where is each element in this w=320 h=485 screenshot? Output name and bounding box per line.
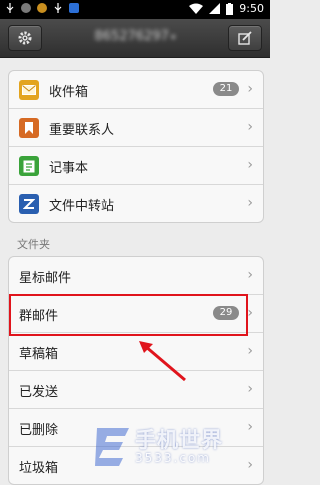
menu-item-notepad[interactable]: 记事本 › xyxy=(9,147,263,185)
menu-item-file-transfer[interactable]: 文件中转站 › xyxy=(9,185,263,222)
chevron-right-icon: › xyxy=(247,267,253,283)
usb-icon xyxy=(54,3,62,13)
folder-label: 草稿箱 xyxy=(19,347,59,362)
chevron-down-icon: ▾ xyxy=(170,33,176,43)
wifi-icon xyxy=(189,3,204,14)
menu-item-label: 记事本 xyxy=(49,161,89,176)
account-name: 865276297 xyxy=(94,29,169,44)
status-time: 9:50 xyxy=(239,2,264,15)
chevron-right-icon: › xyxy=(247,343,253,359)
folder-label: 已删除 xyxy=(19,423,59,438)
menu-item-label: 文件中转站 xyxy=(49,199,115,214)
signal-icon xyxy=(209,3,221,14)
red-arrow-icon xyxy=(139,341,186,382)
status-right: 9:50 xyxy=(189,2,264,15)
folder-group-mail[interactable]: 群邮件 29 › xyxy=(9,295,263,333)
battery-icon xyxy=(226,2,234,15)
status-left xyxy=(5,3,79,13)
watermark-text: 手机世界 xyxy=(135,428,223,452)
chevron-right-icon: › xyxy=(247,195,253,211)
menu-item-inbox[interactable]: 收件箱 21 › xyxy=(9,71,263,109)
status-bar: 9:50 xyxy=(0,0,270,19)
compose-icon xyxy=(238,31,252,45)
title-bar: 865276297 ▾ xyxy=(0,19,270,58)
folder-label: 已发送 xyxy=(19,385,59,400)
main-menu-group: 收件箱 21 › 重要联系人 › 记事本 › 文件中转站 › xyxy=(8,70,264,223)
app-icon xyxy=(69,3,79,13)
folder-label: 垃圾箱 xyxy=(19,461,59,476)
app-icon xyxy=(37,3,47,13)
section-title-folders: 文件夹 xyxy=(17,238,50,251)
chevron-right-icon: › xyxy=(247,305,253,321)
folder-label: 群邮件 xyxy=(19,309,59,324)
transfer-icon xyxy=(19,194,39,214)
app-icon xyxy=(21,3,31,13)
unread-badge: 21 xyxy=(213,82,239,96)
bookmark-icon xyxy=(19,118,39,138)
chevron-right-icon: › xyxy=(247,119,253,135)
chevron-right-icon: › xyxy=(247,81,253,97)
watermark-subtext: 3533.com xyxy=(135,451,211,465)
menu-item-label: 收件箱 xyxy=(49,85,89,100)
folder-starred[interactable]: 星标邮件 › xyxy=(9,257,263,295)
menu-item-important-contacts[interactable]: 重要联系人 › xyxy=(9,109,263,147)
chevron-right-icon: › xyxy=(247,157,253,173)
envelope-icon xyxy=(19,80,39,100)
menu-item-label: 重要联系人 xyxy=(49,123,115,138)
note-icon xyxy=(19,156,39,176)
usb-icon xyxy=(6,3,14,13)
folder-label: 星标邮件 xyxy=(19,271,72,286)
chevron-right-icon: › xyxy=(247,381,253,397)
watermark-logo: 手机世界 3533.com xyxy=(95,422,265,470)
compose-button[interactable] xyxy=(228,25,262,51)
unread-badge: 29 xyxy=(213,306,239,320)
